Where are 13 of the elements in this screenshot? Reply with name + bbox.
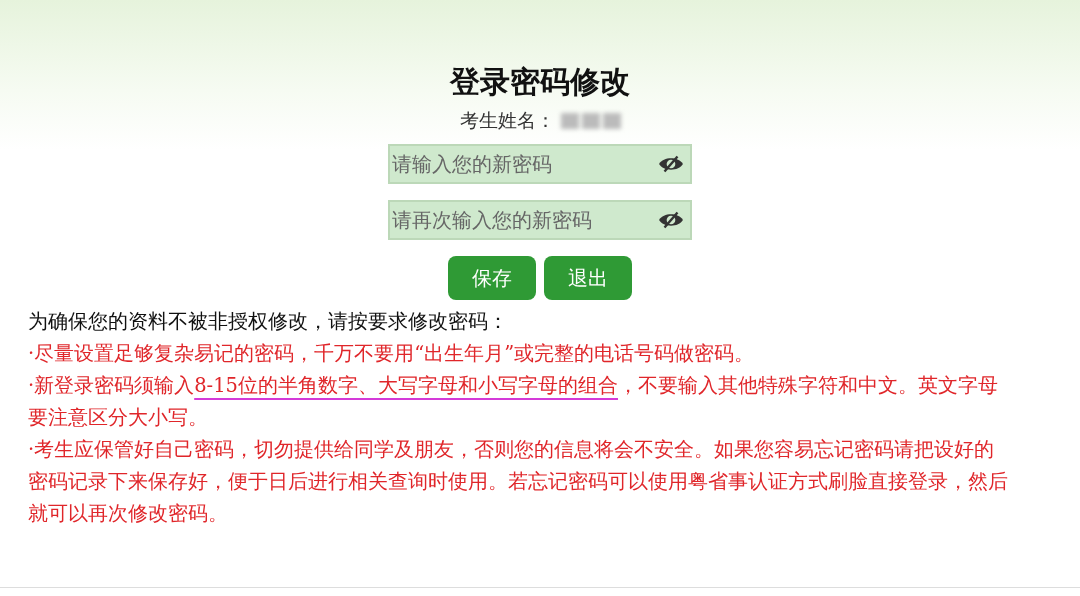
eye-slash-icon[interactable] — [658, 155, 684, 173]
page-title: 登录密码修改 — [450, 63, 630, 101]
eye-slash-icon[interactable] — [658, 211, 684, 229]
instruction-note: ·考生应保管好自己密码，切勿提供给同学及朋友，否则您的信息将会不安全。如果您容易忘记密码请把设好的密码记录下来保存好，便于日后进行相关查询时使用。若忘记密码可以使用粤省事认证方式刷脸直接登录，然后就可以再次修改密码。 — [28, 437, 1009, 527]
action-button[interactable]: 退出 — [544, 256, 632, 300]
action-button[interactable]: 保存 — [448, 256, 536, 300]
instruction-note: ·新登录密码须输入8-15位的半角数字、大写字母和小写字母的组合，不要输入其他特殊字符和中文。英文字母要注意区分大小写。 — [28, 373, 999, 431]
instruction-note: ·尽量设置足够复杂易记的密码，千万不要用“出生年月”或完整的电话号码做密码。 — [28, 341, 756, 367]
password-field[interactable]: 请再次输入您的新密码 — [388, 200, 692, 240]
redacted-name — [560, 113, 621, 129]
candidate-name-label: 考生姓名： — [459, 108, 555, 133]
instruction-heading: 为确保您的资料不被非授权修改，请按要求修改密码： — [28, 309, 509, 335]
password-field[interactable]: 请输入您的新密码 — [388, 144, 692, 184]
